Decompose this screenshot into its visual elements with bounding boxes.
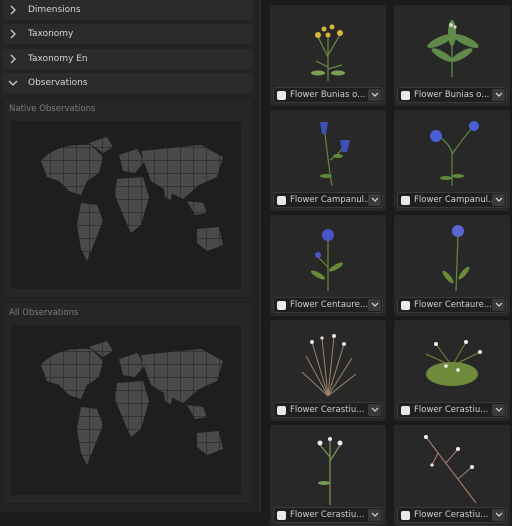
asset-dropdown-button[interactable] (368, 194, 381, 206)
asset-checkbox[interactable] (401, 300, 410, 310)
all-observations-map (11, 325, 241, 495)
asset-checkbox[interactable] (277, 90, 286, 100)
flower-thumbnail-image (301, 334, 357, 397)
asset-card[interactable]: Flower Bunias o... (394, 5, 510, 106)
asset-name: Flower Centaure... (414, 300, 492, 310)
asset-name: Flower Bunias o... (290, 90, 366, 100)
asset-checkbox[interactable] (277, 405, 286, 415)
section-taxonomy-en[interactable]: Taxonomy En (2, 49, 253, 69)
asset-card[interactable]: Flower Centaure... (394, 215, 510, 316)
asset-name-bar: Flower Campanul... (397, 192, 507, 208)
section-taxonomy[interactable]: Taxonomy (2, 24, 253, 44)
asset-name-bar: Flower Centaure... (397, 297, 507, 313)
flower-thumbnail-image (320, 122, 350, 187)
asset-thumbnail (272, 7, 384, 85)
chevron-down-icon (495, 407, 502, 412)
asset-card[interactable]: Flower Centaure... (270, 215, 386, 316)
asset-name: Flower Cerastiu... (290, 405, 365, 415)
flower-thumbnail-image (442, 225, 470, 292)
chevron-down-icon (371, 197, 378, 202)
section-dimensions[interactable]: Dimensions (2, 0, 253, 20)
chevron-down-icon (495, 197, 502, 202)
asset-thumbnail (396, 112, 508, 190)
asset-thumbnail (396, 322, 508, 400)
flower-thumbnail-image (310, 229, 344, 291)
asset-name-bar: Flower Cerastiu... (273, 507, 383, 523)
asset-dropdown-button[interactable] (492, 89, 505, 101)
chevron-right-icon (8, 29, 18, 39)
native-observations-panel: Native Observations (2, 98, 254, 298)
asset-browser: Flower Bunias o... Flower Bunias o... Fl… (264, 0, 512, 526)
asset-thumbnail (272, 217, 384, 295)
asset-dropdown-button[interactable] (492, 194, 505, 206)
asset-dropdown-button[interactable] (492, 299, 505, 311)
asset-name: Flower Cerastiu... (414, 405, 489, 415)
panel-title: All Observations (9, 308, 79, 318)
asset-card[interactable]: Flower Cerastiu... (394, 425, 510, 526)
asset-name-bar: Flower Campanul... (273, 192, 383, 208)
section-observations[interactable]: Observations (2, 73, 253, 93)
chevron-right-icon (8, 54, 18, 64)
flower-thumbnail-image (311, 24, 345, 81)
asset-card[interactable]: Flower Bunias o... (270, 5, 386, 106)
divider-grip (259, 0, 261, 512)
asset-checkbox[interactable] (401, 405, 410, 415)
asset-checkbox[interactable] (277, 195, 286, 205)
asset-thumbnail (396, 217, 508, 295)
asset-card[interactable]: Flower Campanul... (394, 110, 510, 211)
asset-name-bar: Flower Bunias o... (397, 87, 507, 103)
flower-thumbnail-image (425, 340, 482, 386)
asset-thumbnail (272, 112, 384, 190)
asset-dropdown-button[interactable] (368, 299, 381, 311)
world-map-image (11, 121, 241, 289)
flower-thumbnail-image (424, 435, 477, 504)
asset-card[interactable]: Flower Cerastiu... (394, 320, 510, 421)
flower-thumbnail-image (427, 20, 479, 77)
asset-dropdown-button[interactable] (492, 509, 505, 521)
properties-panel: Dimensions Taxonomy Taxonomy En Observat… (0, 0, 258, 512)
flower-thumbnail-image (317, 437, 343, 505)
world-map-image (11, 325, 241, 495)
asset-card[interactable]: Flower Cerastiu... (270, 425, 386, 526)
chevron-down-icon (495, 302, 502, 307)
chevron-down-icon (371, 302, 378, 307)
chevron-down-icon (371, 407, 378, 412)
asset-name-bar: Flower Cerastiu... (397, 402, 507, 418)
asset-dropdown-button[interactable] (368, 89, 381, 101)
chevron-down-icon (371, 92, 378, 97)
asset-checkbox[interactable] (401, 90, 410, 100)
asset-checkbox[interactable] (277, 300, 286, 310)
asset-dropdown-button[interactable] (368, 509, 381, 521)
asset-thumbnail (272, 427, 384, 505)
asset-name-bar: Flower Bunias o... (273, 87, 383, 103)
asset-dropdown-button[interactable] (368, 404, 381, 416)
asset-name: Flower Campanul... (290, 195, 368, 205)
asset-name-bar: Flower Cerastiu... (397, 507, 507, 523)
asset-card[interactable]: Flower Campanul... (270, 110, 386, 211)
asset-name-bar: Flower Centaure... (273, 297, 383, 313)
chevron-down-icon (495, 92, 502, 97)
asset-name-bar: Flower Cerastiu... (273, 402, 383, 418)
asset-dropdown-button[interactable] (492, 404, 505, 416)
section-label: Taxonomy En (28, 54, 88, 64)
all-observations-panel: All Observations (2, 302, 254, 504)
section-label: Dimensions (28, 5, 81, 15)
asset-checkbox[interactable] (401, 195, 410, 205)
asset-name: Flower Centaure... (290, 300, 368, 310)
asset-thumbnail (396, 7, 508, 85)
chevron-down-icon (371, 512, 378, 517)
section-label: Taxonomy (28, 29, 74, 39)
asset-name: Flower Bunias o... (414, 90, 490, 100)
chevron-down-icon (8, 78, 18, 88)
flower-thumbnail-image (430, 121, 479, 186)
asset-card[interactable]: Flower Cerastiu... (270, 320, 386, 421)
section-label: Observations (28, 78, 88, 88)
chevron-right-icon (8, 5, 18, 15)
chevron-down-icon (495, 512, 502, 517)
asset-thumbnail (396, 427, 508, 505)
asset-name: Flower Campanul... (414, 195, 492, 205)
asset-thumbnail (272, 322, 384, 400)
native-observations-map (11, 121, 241, 289)
panel-title: Native Observations (9, 104, 96, 114)
